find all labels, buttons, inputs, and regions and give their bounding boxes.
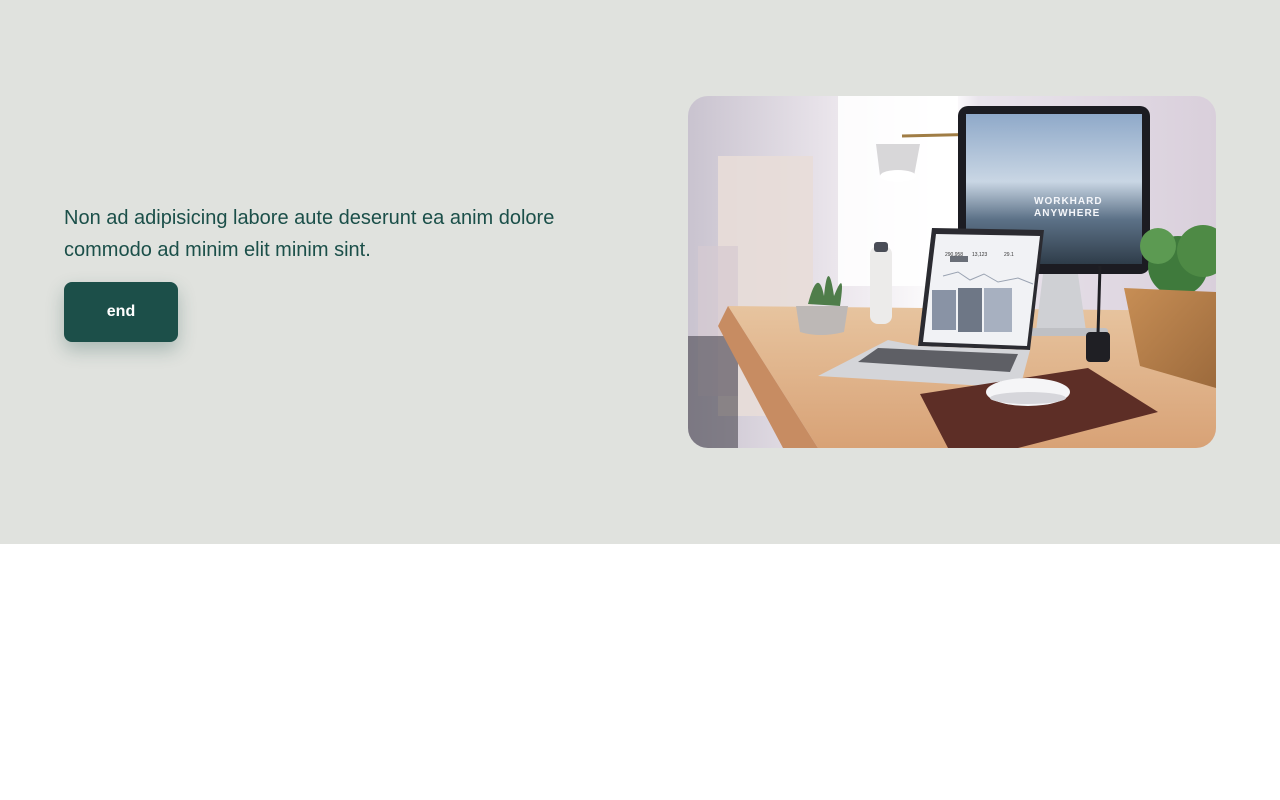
- hero-description: Non ad adipisicing labore aute deserunt …: [64, 207, 555, 261]
- monitor-text-line2: ANYWHERE: [1034, 208, 1100, 219]
- monitor-text-line1: WORKHARD: [1034, 196, 1103, 207]
- content-below: [0, 544, 1280, 800]
- hero-image: WORKHARD ANYWHERE 290,958 13,123 29.1: [688, 96, 1216, 448]
- laptop-stat-1: 290,958: [945, 252, 963, 258]
- laptop-stat-2: 13,123: [972, 252, 988, 258]
- laptop-stat-3: 29.1: [1004, 252, 1014, 258]
- end-button[interactable]: end: [64, 282, 178, 342]
- hero-section: Non ad adipisicing labore aute deserunt …: [0, 0, 1280, 544]
